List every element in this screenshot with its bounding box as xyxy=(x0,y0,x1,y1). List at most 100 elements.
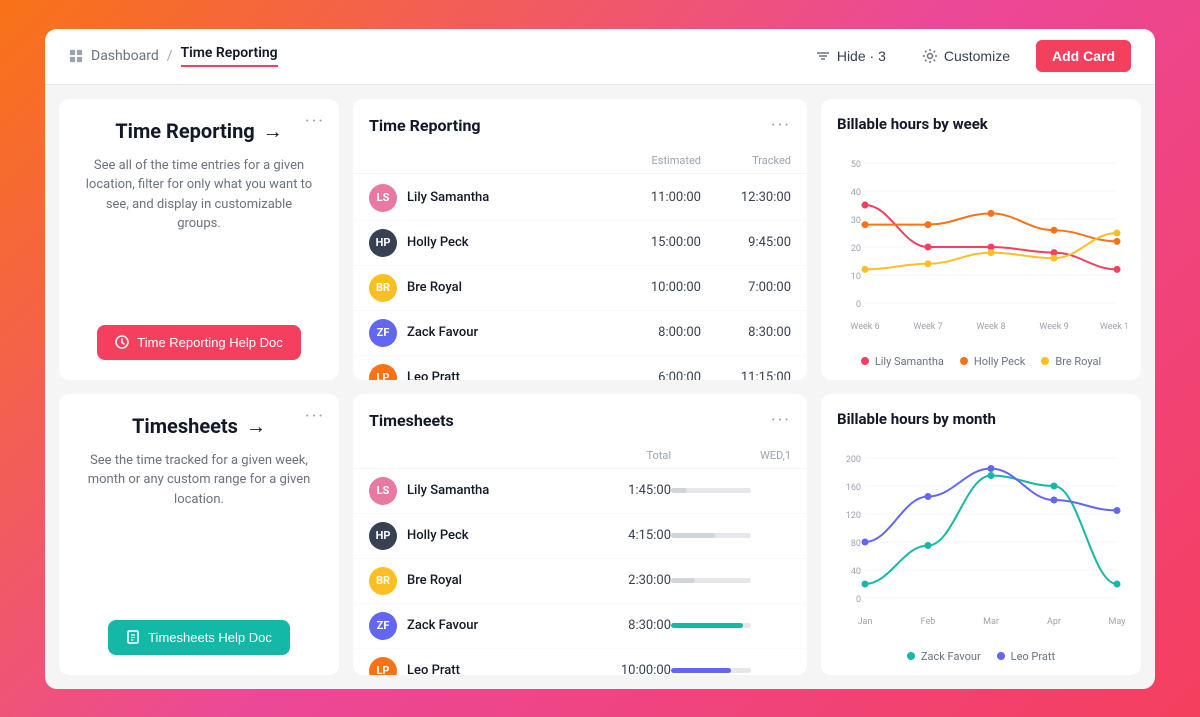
legend-leo: Leo Pratt xyxy=(997,650,1055,663)
avatar: LP xyxy=(369,657,397,675)
breadcrumb-separator: / xyxy=(167,48,173,64)
timesheets-rows: LS Lily Samantha 1:45:00 HP Holly Peck 4… xyxy=(353,469,807,675)
svg-text:0: 0 xyxy=(856,300,861,310)
tracked-time: 11:15:00 xyxy=(701,370,791,380)
card-menu-timesheets[interactable]: ··· xyxy=(305,406,325,427)
monthly-chart-legend: Zack Favour Leo Pratt xyxy=(837,650,1125,663)
progress-cell xyxy=(671,488,791,493)
svg-text:30: 30 xyxy=(851,216,861,226)
person-name: Lily Samantha xyxy=(407,190,489,205)
time-reporting-help-button[interactable]: Time Reporting Help Doc xyxy=(97,325,300,360)
table-row: ZF Zack Favour 8:30:00 xyxy=(353,604,807,649)
svg-text:Feb: Feb xyxy=(921,617,936,627)
tracked-time: 8:30:00 xyxy=(701,325,791,340)
tracked-time: 7:00:00 xyxy=(701,280,791,295)
table-menu-time-reporting[interactable]: ··· xyxy=(771,115,791,136)
person-cell: LP Leo Pratt xyxy=(369,364,601,380)
monthly-chart-title: Billable hours by month xyxy=(837,410,1125,428)
breadcrumb: Dashboard / Time Reporting xyxy=(69,45,278,67)
person-name: Bre Royal xyxy=(407,280,462,295)
svg-text:20: 20 xyxy=(851,244,861,254)
progress-bar xyxy=(671,623,743,628)
monthly-chart: 04080120160200JanFebMarAprMay xyxy=(837,438,1127,638)
ts-col-wed: WED,1 xyxy=(671,449,791,462)
avatar: BR xyxy=(369,274,397,302)
progress-bar-container xyxy=(671,668,751,673)
avatar: ZF xyxy=(369,319,397,347)
svg-text:50: 50 xyxy=(851,160,861,170)
nav-actions: Hide · 3 Customize Add Card xyxy=(805,40,1131,72)
weekly-chart-title: Billable hours by week xyxy=(837,115,1125,133)
content-grid: ··· Time Reporting → See all of the time… xyxy=(45,85,1155,689)
table-row: BR Bre Royal 10:00:00 7:00:00 xyxy=(353,266,807,311)
timesheets-info-desc: See the time tracked for a given week, m… xyxy=(83,451,315,510)
time-reporting-table-card: Time Reporting ··· Estimated Tracked LS … xyxy=(353,99,807,380)
svg-text:200: 200 xyxy=(846,455,861,465)
grid-icon xyxy=(69,49,83,63)
avatar: BR xyxy=(369,567,397,595)
card-menu-time-reporting[interactable]: ··· xyxy=(305,111,325,132)
estimated-time: 6:00:00 xyxy=(601,370,701,380)
hide-button[interactable]: Hide · 3 xyxy=(805,42,896,70)
person-name: Holly Peck xyxy=(407,235,469,250)
svg-text:40: 40 xyxy=(851,188,861,198)
time-reporting-rows: LS Lily Samantha 11:00:00 12:30:00 HP Ho… xyxy=(353,176,807,380)
svg-text:Mar: Mar xyxy=(983,617,999,627)
person-cell: LP Leo Pratt xyxy=(369,657,591,675)
table-row: LP Leo Pratt 10:00:00 xyxy=(353,649,807,675)
monthly-chart-card: Billable hours by month 04080120160200Ja… xyxy=(821,394,1141,675)
breadcrumb-current: Time Reporting xyxy=(181,45,278,67)
customize-button[interactable]: Customize xyxy=(912,42,1020,70)
estimated-time: 8:00:00 xyxy=(601,325,701,340)
add-card-button[interactable]: Add Card xyxy=(1036,40,1131,72)
table-row: BR Bre Royal 2:30:00 xyxy=(353,559,807,604)
breadcrumb-dashboard[interactable]: Dashboard xyxy=(91,48,159,64)
legend-dot-leo xyxy=(997,652,1005,660)
legend-holly: Holly Peck xyxy=(960,355,1025,368)
time-reporting-info-desc: See all of the time entries for a given … xyxy=(83,156,315,234)
svg-text:Week 8: Week 8 xyxy=(976,322,1005,332)
legend-bre: Bre Royal xyxy=(1041,355,1101,368)
table-menu-timesheets[interactable]: ··· xyxy=(771,410,791,431)
svg-text:Apr: Apr xyxy=(1047,617,1061,627)
timesheets-info-card: ··· Timesheets → See the time tracked fo… xyxy=(59,394,339,675)
progress-bar-container xyxy=(671,623,751,628)
progress-bar xyxy=(671,578,695,583)
svg-text:10: 10 xyxy=(851,272,861,282)
weekly-chart-legend: Lily Samantha Holly Peck Bre Royal xyxy=(837,355,1125,368)
estimated-time: 15:00:00 xyxy=(601,235,701,250)
svg-text:120: 120 xyxy=(846,511,861,521)
gear-icon xyxy=(922,48,938,64)
tracked-time: 12:30:00 xyxy=(701,190,791,205)
estimated-time: 10:00:00 xyxy=(601,280,701,295)
person-name: Zack Favour xyxy=(407,325,478,340)
progress-cell xyxy=(671,578,791,583)
table-header-time-reporting: Estimated Tracked xyxy=(353,148,807,174)
filter-icon xyxy=(815,48,831,64)
avatar: HP xyxy=(369,229,397,257)
arrow-icon: → xyxy=(263,119,283,144)
weekly-chart-card: Billable hours by week 01020304050Week 6… xyxy=(821,99,1141,380)
ts-col-person xyxy=(369,449,591,462)
timesheets-help-button[interactable]: Timesheets Help Doc xyxy=(108,620,290,655)
svg-text:Jan: Jan xyxy=(858,617,873,627)
svg-text:Week 9: Week 9 xyxy=(1039,322,1068,332)
person-cell: LS Lily Samantha xyxy=(369,184,601,212)
person-cell: BR Bre Royal xyxy=(369,274,601,302)
time-reporting-info-card: ··· Time Reporting → See all of the time… xyxy=(59,99,339,380)
total-time: 8:30:00 xyxy=(591,618,671,633)
total-time: 2:30:00 xyxy=(591,573,671,588)
arrow-icon-timesheets: → xyxy=(246,414,266,439)
person-cell: ZF Zack Favour xyxy=(369,319,601,347)
ts-col-total: Total xyxy=(591,449,671,462)
legend-dot-zack xyxy=(907,652,915,660)
hide-label: Hide · 3 xyxy=(837,48,886,64)
table-row: LP Leo Pratt 6:00:00 11:15:00 xyxy=(353,356,807,380)
person-name: Leo Pratt xyxy=(407,663,460,675)
progress-cell xyxy=(671,623,791,628)
svg-text:160: 160 xyxy=(846,483,861,493)
avatar: LP xyxy=(369,364,397,380)
progress-bar xyxy=(671,668,731,673)
svg-text:Week 10: Week 10 xyxy=(1100,322,1127,332)
table-row: LS Lily Samantha 11:00:00 12:30:00 xyxy=(353,176,807,221)
